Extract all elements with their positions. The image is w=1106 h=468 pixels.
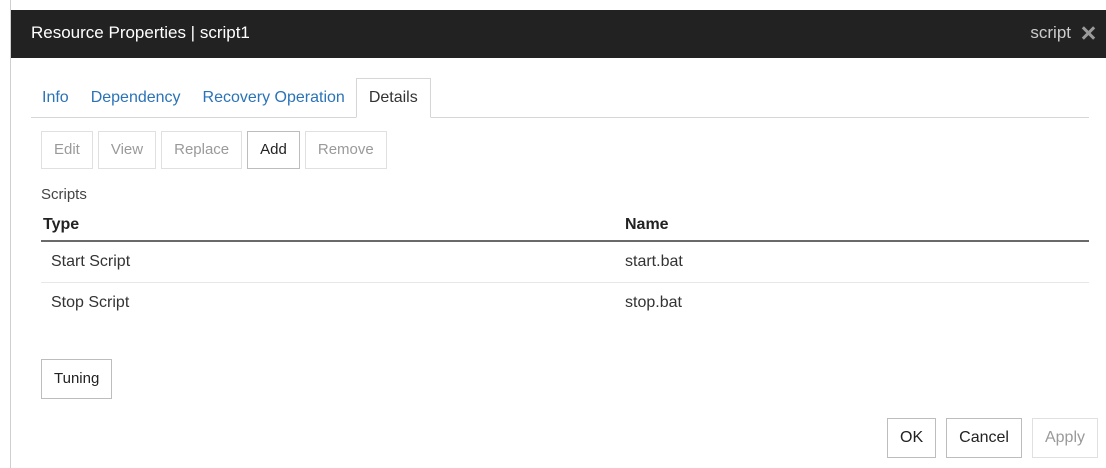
resource-type-label: script — [1030, 23, 1071, 42]
tab-dependency[interactable]: Dependency — [80, 79, 192, 117]
scripts-section-label: Scripts — [41, 186, 87, 203]
tuning-button[interactable]: Tuning — [41, 359, 113, 399]
remove-button[interactable]: Remove — [304, 131, 387, 169]
script-toolbar: Edit View Replace Add Remove — [41, 131, 387, 169]
add-button[interactable]: Add — [247, 131, 300, 169]
row-name-cell: stop.bat — [625, 294, 682, 311]
ok-button[interactable]: OK — [887, 418, 937, 458]
table-row[interactable]: Start Script start.bat — [41, 242, 1089, 283]
tab-recovery-operation[interactable]: Recovery Operation — [192, 79, 356, 117]
cancel-button[interactable]: Cancel — [946, 418, 1022, 458]
tab-info[interactable]: Info — [31, 79, 80, 117]
tab-details[interactable]: Details — [355, 78, 431, 118]
titlebar-right: script — [1030, 23, 1095, 43]
replace-button[interactable]: Replace — [161, 131, 243, 169]
row-type-cell: Start Script — [51, 253, 131, 270]
dialog-title: Resource Properties | script1 — [31, 23, 250, 42]
edit-button[interactable]: Edit — [41, 131, 93, 169]
tab-bar: Info Dependency Recovery Operation Detai… — [31, 78, 1089, 118]
table-header: Type Name — [41, 210, 1089, 242]
row-name-cell: start.bat — [625, 253, 683, 270]
table-row[interactable]: Stop Script stop.bat — [41, 283, 1089, 323]
view-button[interactable]: View — [97, 131, 157, 169]
column-header-name: Name — [625, 216, 669, 233]
dialog-footer: OK Cancel Apply — [887, 418, 1098, 458]
scripts-table: Type Name Start Script start.bat Stop Sc… — [41, 210, 1089, 323]
resource-properties-dialog: Resource Properties | script1 script Inf… — [10, 0, 1106, 468]
apply-button[interactable]: Apply — [1031, 418, 1098, 458]
row-type-cell: Stop Script — [51, 294, 130, 311]
dialog-titlebar: Resource Properties | script1 script — [11, 10, 1106, 58]
column-header-type: Type — [43, 216, 80, 233]
close-icon[interactable] — [1081, 26, 1095, 40]
